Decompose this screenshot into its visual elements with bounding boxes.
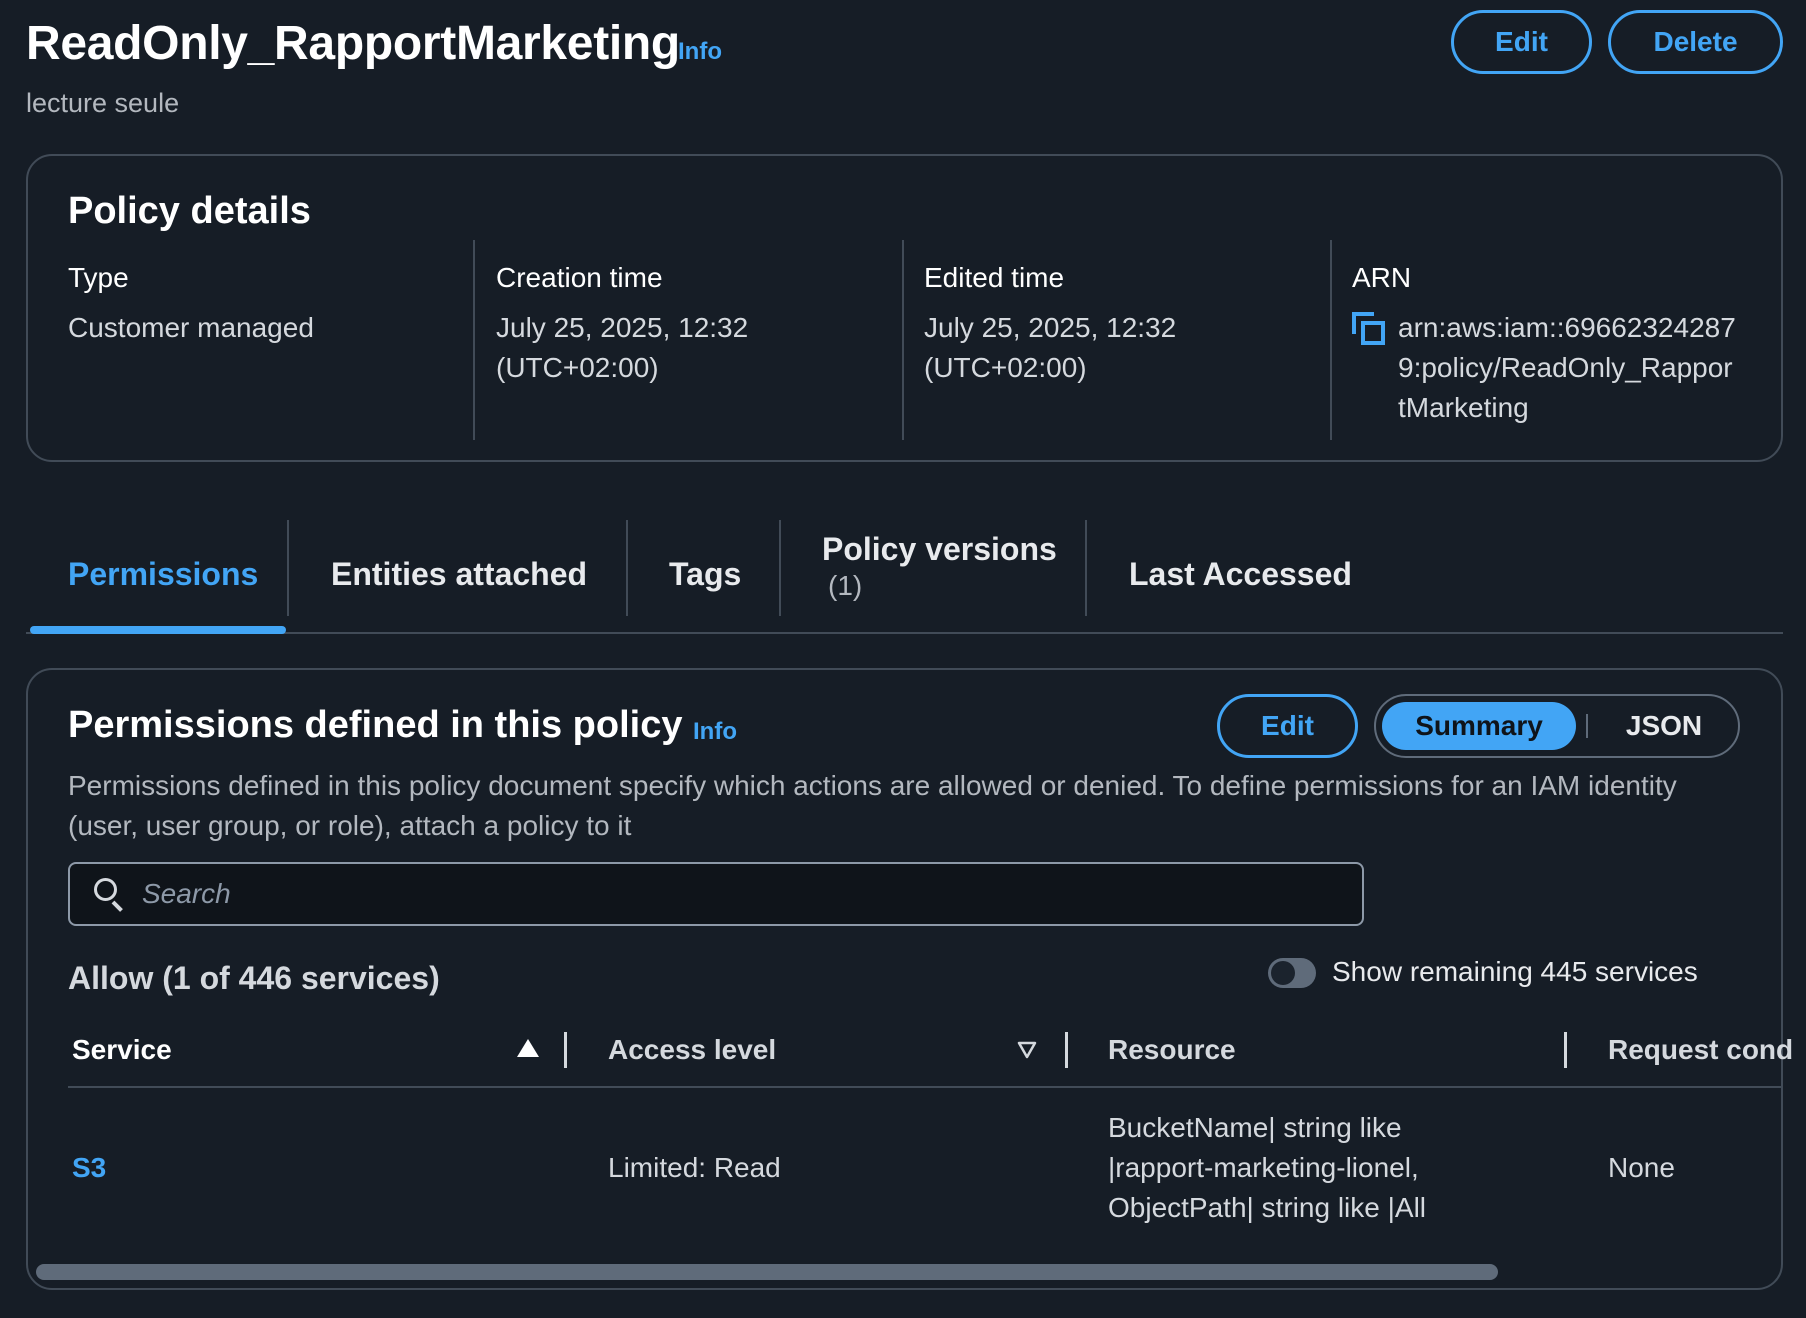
page-subtitle: lecture seule	[26, 88, 180, 118]
type-value: Customer managed	[68, 312, 314, 343]
arn-value: arn:aws:iam::696623242879:policy/ReadOnl…	[1398, 312, 1736, 423]
policy-tabs: Permissions Entities attached Tags Polic…	[26, 516, 1783, 634]
horizontal-scrollbar[interactable]	[36, 1264, 1498, 1280]
creation-time-field: Creation time July 25, 2025, 12:32 (UTC+…	[496, 262, 796, 388]
tab-label: Entities attached	[331, 555, 588, 592]
column-header-resource[interactable]: Resource	[1108, 1034, 1236, 1066]
show-remaining-toggle[interactable]	[1268, 958, 1316, 988]
show-remaining-label: Show remaining 445 services	[1332, 956, 1698, 987]
column-header-service[interactable]: Service	[72, 1034, 172, 1066]
column-divider	[1330, 240, 1332, 440]
page-title: ReadOnly_RapportMarketing	[26, 17, 680, 70]
tab-tags[interactable]: Tags	[669, 516, 741, 632]
tab-divider	[626, 520, 628, 616]
json-view-button[interactable]: JSON	[1592, 702, 1736, 750]
active-tab-indicator	[30, 626, 286, 634]
type-field: Type Customer managed	[68, 262, 314, 348]
tab-permissions[interactable]: Permissions	[68, 516, 258, 632]
segment-divider	[1586, 714, 1588, 738]
edited-time-label: Edited time	[924, 262, 1065, 293]
service-link-s3[interactable]: S3	[72, 1148, 106, 1188]
edit-policy-button[interactable]: Edit	[1451, 10, 1592, 74]
tab-divider	[779, 520, 781, 616]
column-resizer[interactable]	[1564, 1032, 1567, 1068]
type-label: Type	[68, 262, 129, 293]
sort-descending-icon[interactable]	[1017, 1041, 1037, 1059]
copy-icon[interactable]	[1352, 312, 1386, 346]
table-header-divider	[68, 1086, 1782, 1088]
column-divider	[902, 240, 904, 440]
policy-page: ReadOnly_RapportMarketing Info lecture s…	[0, 0, 1806, 1318]
permissions-title: Permissions defined in this policy	[68, 704, 683, 746]
column-resizer[interactable]	[1065, 1032, 1068, 1068]
tab-label: Last Accessed	[1129, 555, 1352, 592]
column-resizer[interactable]	[564, 1032, 567, 1068]
search-icon	[94, 878, 126, 912]
tab-label: Policy versions	[822, 531, 1057, 567]
search-input[interactable]	[142, 878, 1342, 910]
delete-policy-button[interactable]: Delete	[1608, 10, 1783, 74]
view-mode-toggle: Summary JSON	[1374, 694, 1740, 758]
edited-time-value: July 25, 2025, 12:32 (UTC+02:00)	[924, 312, 1177, 383]
permissions-info-link[interactable]: Info	[693, 718, 737, 746]
arn-label: ARN	[1352, 262, 1412, 293]
resource-cell: BucketName| string like |rapport-marketi…	[1108, 1112, 1427, 1223]
tab-divider	[1085, 520, 1087, 616]
tab-entities-attached[interactable]: Entities attached	[331, 516, 587, 632]
edit-permissions-button[interactable]: Edit	[1217, 694, 1358, 758]
request-condition-cell: None	[1608, 1152, 1675, 1183]
column-header-request-condition[interactable]: Request cond	[1608, 1034, 1793, 1066]
summary-view-button[interactable]: Summary	[1382, 702, 1576, 750]
tab-label: Permissions	[68, 555, 259, 592]
edited-time-field: Edited time July 25, 2025, 12:32 (UTC+02…	[924, 262, 1224, 388]
column-divider	[473, 240, 475, 440]
tab-divider	[287, 520, 289, 616]
arn-field: ARN arn:aws:iam::696623242879:policy/Rea…	[1352, 262, 1738, 428]
permissions-description: Permissions defined in this policy docum…	[68, 770, 1677, 841]
creation-time-label: Creation time	[496, 262, 663, 293]
tab-label: Tags	[669, 555, 742, 592]
creation-time-value: July 25, 2025, 12:32 (UTC+02:00)	[496, 312, 749, 383]
allow-services-heading: Allow (1 of 446 services)	[68, 960, 440, 996]
title-info-link[interactable]: Info	[678, 38, 722, 66]
tab-last-accessed[interactable]: Last Accessed	[1129, 516, 1352, 632]
access-level-cell: Limited: Read	[608, 1152, 781, 1183]
sort-ascending-icon[interactable]	[517, 1039, 539, 1057]
policy-details-title: Policy details	[68, 190, 311, 232]
column-header-access-level[interactable]: Access level	[608, 1034, 776, 1066]
policy-versions-count: (1)	[828, 570, 863, 601]
search-box	[68, 862, 1364, 926]
